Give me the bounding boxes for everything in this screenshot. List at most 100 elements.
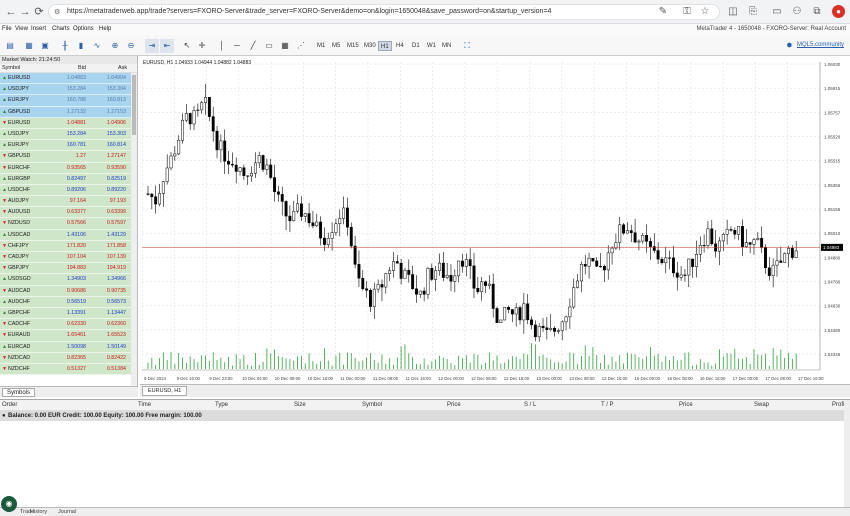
- market-watch-row[interactable]: ▼ NZDCAD 0.82365 0.82422: [0, 352, 132, 364]
- channels-icon[interactable]: ⋰: [295, 39, 307, 53]
- timeframe-mn[interactable]: MN: [440, 41, 453, 51]
- market-watch-row[interactable]: ▲ GBPUSD 1.27132 1.27153: [0, 106, 132, 118]
- scrollbar-thumb[interactable]: [132, 75, 136, 135]
- market-watch-row[interactable]: ▲ EURGBP 0.82497 0.82519: [0, 173, 132, 185]
- tab-journal[interactable]: Journal: [58, 509, 76, 515]
- market-watch-scrollbar[interactable]: [131, 73, 137, 386]
- password-icon[interactable]: ⚿: [680, 5, 694, 19]
- terminal-scrollbar[interactable]: [844, 400, 850, 508]
- vertical-line-icon[interactable]: │: [216, 39, 228, 53]
- zoom-in-icon[interactable]: ⊕: [108, 39, 122, 53]
- market-watch-row[interactable]: ▲ USDCAD 1.43106 1.43129: [0, 229, 132, 241]
- collections-icon[interactable]: ⧉: [810, 5, 824, 19]
- market-watch-row[interactable]: ▼ CHFJPY 171.820 171.858: [0, 240, 132, 252]
- terminal-col-price-current[interactable]: Price: [679, 402, 693, 408]
- market-watch-row[interactable]: ▼ EURUSD 1.04881 1.04906: [0, 117, 132, 129]
- timeframe-m5[interactable]: M5: [330, 41, 342, 51]
- market-watch-row[interactable]: ▼ AUDCAD 0.90686 0.90735: [0, 285, 132, 297]
- profile-avatar[interactable]: ●: [832, 5, 845, 18]
- market-watch-icon[interactable]: ▣: [38, 39, 52, 53]
- profiles-icon[interactable]: ▦: [22, 39, 36, 53]
- market-watch-row[interactable]: ▲ EURJPY 160.788 160.813: [0, 95, 132, 107]
- market-watch-row[interactable]: ▲ AUDCHF 0.56519 0.56573: [0, 296, 132, 308]
- market-watch-row[interactable]: ▼ AUDJPY 97.164 97.193: [0, 196, 132, 208]
- terminal-col-order[interactable]: Order: [2, 402, 17, 408]
- menu-insert[interactable]: Insert: [31, 26, 46, 32]
- market-watch-row[interactable]: ▲ EURJPY 160.781 160.814: [0, 140, 132, 152]
- market-watch-row[interactable]: ▼ EURCHF 0.93565 0.93590: [0, 162, 132, 174]
- market-watch-row[interactable]: ▼ NZDCHF 0.51327 0.51384: [0, 363, 132, 376]
- terminal-col-swap[interactable]: Swap: [754, 402, 769, 408]
- cursor-icon[interactable]: ↖: [181, 39, 193, 53]
- market-watch-row[interactable]: ▲ EURUSD 1.04883 1.04904: [0, 73, 132, 85]
- timeframe-d1[interactable]: D1: [410, 41, 422, 51]
- bar-chart-icon[interactable]: ╫: [58, 39, 72, 53]
- translate-icon[interactable]: ✎: [656, 5, 670, 19]
- menu-options[interactable]: Options: [73, 26, 94, 32]
- autoscroll-icon[interactable]: ⇥: [145, 39, 159, 53]
- balance-row[interactable]: ● Balance: 0.00 EUR Credit: 100.00 Equit…: [0, 411, 850, 421]
- tab-chart-eurusd[interactable]: EURUSD, H1: [142, 386, 188, 396]
- market-watch-row[interactable]: ▲ EURCAD 1.50098 1.50149: [0, 341, 132, 353]
- screenshot-icon[interactable]: ⎘: [746, 5, 760, 19]
- market-watch-row[interactable]: ▲ USDJPY 153.284 153.303: [0, 128, 132, 141]
- zoom-out-icon[interactable]: ⊖: [124, 39, 138, 53]
- bookmark-star-icon[interactable]: ☆: [698, 5, 712, 19]
- menu-charts[interactable]: Charts: [52, 26, 70, 32]
- reading-mode-icon[interactable]: ◫: [726, 5, 740, 19]
- candlestick-icon[interactable]: ▮: [74, 39, 88, 53]
- terminal-col-sl[interactable]: S / L: [524, 402, 536, 408]
- market-watch-row[interactable]: ▼ EURAUD 1.65461 1.65523: [0, 330, 132, 342]
- market-watch-row[interactable]: ▼ CADJPY 107.104 107.139: [0, 252, 132, 264]
- terminal-col-tp[interactable]: T / P: [601, 402, 614, 408]
- timeframe-h4[interactable]: H4: [394, 41, 406, 51]
- line-chart-icon[interactable]: ∿: [90, 39, 104, 53]
- horizontal-line-icon[interactable]: ─: [231, 39, 243, 53]
- price-chart[interactable]: 1.06030 1.05915 1.05757 1.05520 1.05515 1.053…: [140, 56, 850, 384]
- trendline-icon[interactable]: ╱: [247, 39, 259, 53]
- terminal-col-time[interactable]: Time: [138, 402, 151, 408]
- reload-icon[interactable]: ⟳: [32, 5, 46, 19]
- menu-file[interactable]: File: [2, 26, 12, 32]
- col-symbol[interactable]: Symbol: [2, 64, 20, 73]
- market-watch-row[interactable]: ▼ GBPUSD 1.27 1.27147: [0, 151, 132, 163]
- chart-shift-icon[interactable]: ⇤: [160, 39, 174, 53]
- mql5-community-link[interactable]: MQL5.community: [797, 42, 844, 48]
- fullscreen-icon[interactable]: ⛶: [461, 39, 473, 53]
- favorites-icon[interactable]: ⚇: [790, 5, 804, 19]
- market-watch-row[interactable]: ▲ USDSGD 1.34903 1.34966: [0, 274, 132, 286]
- timeframe-m30[interactable]: M30: [362, 41, 378, 51]
- market-watch-row[interactable]: ▼ NZDUSD 0.57566 0.57597: [0, 218, 132, 230]
- menu-help[interactable]: Help: [99, 26, 111, 32]
- market-watch-row[interactable]: ▼ AUDUSD 0.63377 0.63399: [0, 207, 132, 219]
- address-bar[interactable]: ⚙ https://metatraderweb.app/trade?server…: [48, 4, 720, 20]
- market-watch-row[interactable]: ▲ USDJPY 153.284 153.304: [0, 84, 132, 96]
- market-watch-row[interactable]: ▼ GBPJPY 194.883 194.919: [0, 263, 132, 275]
- market-watch-row[interactable]: ▲ USDCHF 0.89206 0.89220: [0, 184, 132, 197]
- new-chart-icon[interactable]: ▤: [2, 39, 18, 53]
- tab-history[interactable]: History: [30, 509, 47, 515]
- back-icon[interactable]: ←: [4, 5, 18, 19]
- timeframe-w1[interactable]: W1: [425, 41, 438, 51]
- split-screen-icon[interactable]: ▭: [770, 5, 784, 19]
- timeframe-h1[interactable]: H1: [378, 41, 392, 51]
- terminal-col-size[interactable]: Size: [294, 402, 306, 408]
- text-icon[interactable]: ▭: [263, 39, 275, 53]
- tab-symbols[interactable]: Symbols: [2, 388, 36, 397]
- terminal-col-symbol[interactable]: Symbol: [362, 402, 382, 408]
- site-info-icon[interactable]: ⚙: [54, 8, 60, 16]
- col-bid[interactable]: Bid: [78, 64, 86, 73]
- forward-icon[interactable]: →: [18, 5, 32, 19]
- terminal-col-type[interactable]: Type: [215, 402, 228, 408]
- crosshair-icon[interactable]: ✛: [196, 39, 208, 53]
- timeframe-m15[interactable]: M15: [345, 41, 361, 51]
- market-watch-row[interactable]: ▲ GBPCHF 1.13391 1.13447: [0, 307, 132, 320]
- metatrader-logo-icon[interactable]: ◉: [1, 496, 17, 512]
- timeframe-m1[interactable]: M1: [315, 41, 327, 51]
- market-watch-row[interactable]: ▼ CADCHF 0.62330 0.62360: [0, 319, 132, 331]
- col-ask[interactable]: Ask: [118, 64, 127, 73]
- fibonacci-icon[interactable]: ▦: [279, 39, 291, 53]
- menu-view[interactable]: View: [15, 26, 28, 32]
- terminal-col-price[interactable]: Price: [447, 402, 461, 408]
- chart-window[interactable]: 1.06030 1.05915 1.05757 1.05520 1.05515 1.053…: [140, 56, 850, 384]
